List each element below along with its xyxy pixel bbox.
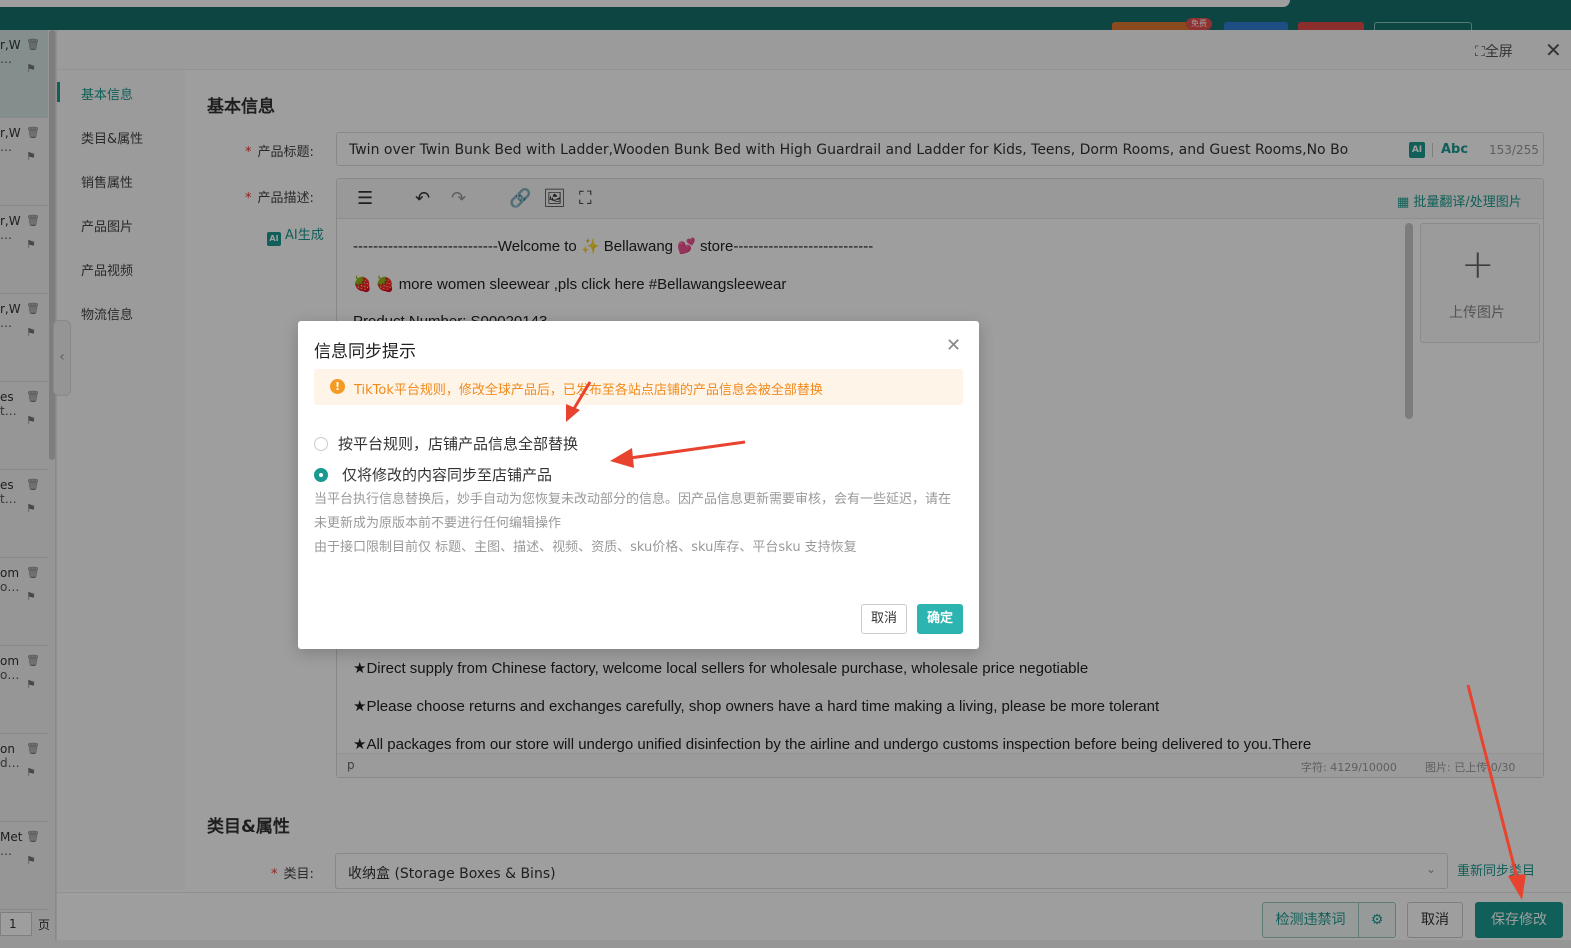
sync-dialog: 信息同步提示 ✕ ! TikTok平台规则，修改全球产品后，已发布至各站点店铺的… [298,321,979,649]
radio-replace-all[interactable] [314,437,328,451]
dialog-cancel-button[interactable]: 取消 [861,604,907,634]
warning-alert: ! TikTok平台规则，修改全球产品后，已发布至各站点店铺的产品信息会被全部替… [314,369,963,405]
radio-sync-modified-label[interactable]: 仅将修改的内容同步至店铺产品 [342,464,552,485]
dialog-title: 信息同步提示 [314,342,416,362]
warning-text: TikTok平台规则，修改全球产品后，已发布至各站点店铺的产品信息会被全部替换 [354,383,823,398]
option-note: 由于接口限制目前仅 标题、主图、描述、视频、资质、sku价格、sku库存、平台s… [314,540,857,555]
radio-sync-modified[interactable] [314,468,328,482]
dialog-confirm-button[interactable]: 确定 [917,604,963,634]
radio-replace-all-label[interactable]: 按平台规则，店铺产品信息全部替换 [338,433,578,454]
option-description: 当平台执行信息替换后，妙手自动为您恢复未改动部分的信息。因产品信息更新需要审核，… [314,492,952,531]
close-icon[interactable]: ✕ [946,335,961,356]
warning-icon: ! [330,379,345,394]
